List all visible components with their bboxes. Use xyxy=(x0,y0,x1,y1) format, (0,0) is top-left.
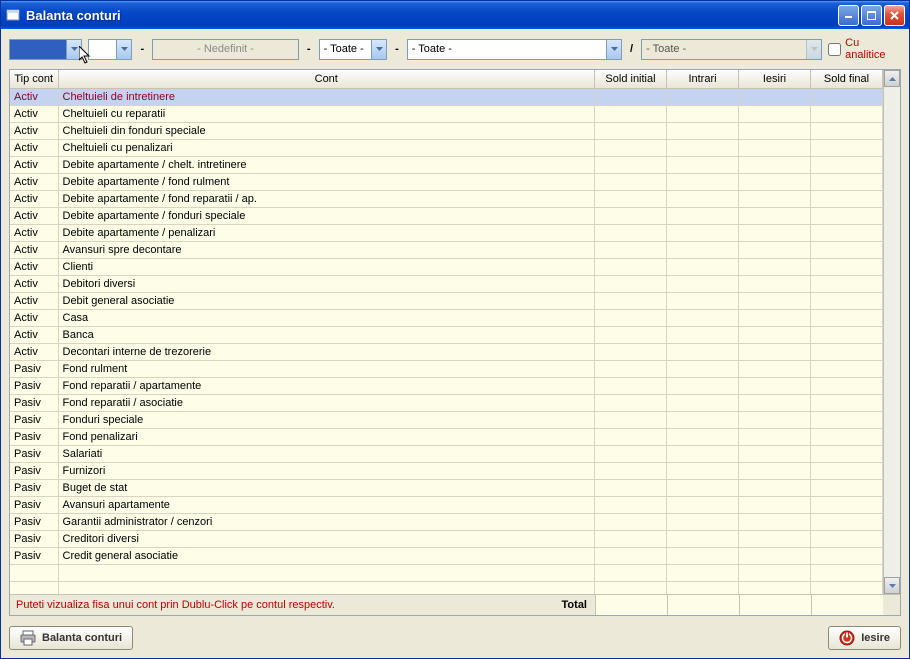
close-button[interactable] xyxy=(884,5,905,26)
col-cont[interactable]: Cont xyxy=(58,70,595,88)
table-row[interactable]: ActivDebitori diversi xyxy=(10,275,883,292)
table-row-empty xyxy=(10,564,883,581)
table-row[interactable]: PasivFond reparatii / asociatie xyxy=(10,394,883,411)
table-row[interactable]: PasivFonduri speciale xyxy=(10,411,883,428)
filter-combo-5: - Toate - xyxy=(641,39,822,60)
col-sold-final[interactable]: Sold final xyxy=(811,70,883,88)
table-row[interactable]: ActivCasa xyxy=(10,309,883,326)
printer-icon xyxy=(20,630,36,646)
scroll-up-button[interactable] xyxy=(884,70,900,87)
table-row[interactable]: ActivDebite apartamente / chelt. intreti… xyxy=(10,156,883,173)
table-row[interactable]: PasivFond rulment xyxy=(10,360,883,377)
print-button-label: Balanta conturi xyxy=(42,632,122,644)
chevron-down-icon xyxy=(66,40,81,59)
chevron-down-icon xyxy=(116,40,131,59)
table-row-empty xyxy=(10,581,883,594)
vertical-scrollbar[interactable] xyxy=(883,70,900,594)
table-row[interactable]: PasivBuget de stat xyxy=(10,479,883,496)
table-row[interactable]: ActivClienti xyxy=(10,258,883,275)
power-icon xyxy=(839,630,855,646)
chevron-down-icon xyxy=(806,40,821,59)
print-button[interactable]: Balanta conturi xyxy=(9,626,133,650)
table-row[interactable]: ActivCheltuieli cu reparatii xyxy=(10,105,883,122)
table-row[interactable]: ActivDebite apartamente / fonduri specia… xyxy=(10,207,883,224)
total-label: Total xyxy=(535,595,595,615)
filter-combo-3[interactable]: - Toate - xyxy=(319,39,388,60)
filter-combo-2[interactable]: - Nedefinit - xyxy=(152,39,299,60)
filter-combo-1[interactable] xyxy=(9,39,82,60)
table-row[interactable]: ActivDebite apartamente / fond rulment xyxy=(10,173,883,190)
table-header-row: Tip cont Cont Sold initial Intrari Iesir… xyxy=(10,70,883,88)
grid-footer: Puteti vizualiza fisa unui cont prin Dub… xyxy=(10,594,900,615)
table-row[interactable]: PasivAvansuri apartamente xyxy=(10,496,883,513)
table-row[interactable]: ActivDebit general asociatie xyxy=(10,292,883,309)
exit-button[interactable]: Iesire xyxy=(828,626,901,650)
bottom-toolbar: Balanta conturi Iesire xyxy=(1,620,909,658)
scroll-track[interactable] xyxy=(884,87,900,577)
total-intrari xyxy=(667,595,739,615)
minimize-button[interactable] xyxy=(838,5,859,26)
table-row[interactable]: ActivDebite apartamente / penalizari xyxy=(10,224,883,241)
table-row[interactable]: PasivSalariati xyxy=(10,445,883,462)
table-row[interactable]: PasivGarantii administrator / cenzori xyxy=(10,513,883,530)
titlebar[interactable]: Balanta conturi xyxy=(1,1,909,29)
maximize-button[interactable] xyxy=(861,5,882,26)
analytics-label[interactable]: Cu analitice xyxy=(845,37,901,61)
table-row[interactable]: ActivDecontari interne de trezorerie xyxy=(10,343,883,360)
total-sold-initial xyxy=(595,595,667,615)
accounts-grid: Tip cont Cont Sold initial Intrari Iesir… xyxy=(9,69,901,616)
col-tip[interactable]: Tip cont xyxy=(10,70,58,88)
filter-combo-4[interactable]: - Toate - xyxy=(407,39,622,60)
table-row[interactable]: PasivCredit general asociatie xyxy=(10,547,883,564)
window-buttons xyxy=(838,5,905,26)
table-row[interactable]: PasivFurnizori xyxy=(10,462,883,479)
slash-separator: / xyxy=(628,43,635,55)
table-row[interactable]: ActivAvansuri spre decontare xyxy=(10,241,883,258)
window-title: Balanta conturi xyxy=(26,8,838,23)
table-row[interactable]: ActivBanca xyxy=(10,326,883,343)
table-row[interactable]: ActivCheltuieli de intretinere xyxy=(10,88,883,105)
table-row[interactable]: ActivCheltuieli din fonduri speciale xyxy=(10,122,883,139)
total-sold-final xyxy=(811,595,883,615)
scroll-down-button[interactable] xyxy=(884,577,900,594)
col-iesiri[interactable]: Iesiri xyxy=(739,70,811,88)
chevron-down-icon xyxy=(606,40,621,59)
col-sold-initial[interactable]: Sold initial xyxy=(595,70,667,88)
table-row[interactable]: ActivCheltuieli cu penalizari xyxy=(10,139,883,156)
app-icon xyxy=(5,7,21,23)
chevron-down-icon xyxy=(371,40,386,59)
filter-toolbar: - - Nedefinit - - - Toate - - - Toate - … xyxy=(1,29,909,69)
filter-combo-1b[interactable] xyxy=(88,39,132,60)
col-intrari[interactable]: Intrari xyxy=(667,70,739,88)
exit-button-label: Iesire xyxy=(861,632,890,644)
table-row[interactable]: PasivFond reparatii / apartamente xyxy=(10,377,883,394)
accounts-table[interactable]: Tip cont Cont Sold initial Intrari Iesir… xyxy=(10,70,883,594)
table-row[interactable]: ActivDebite apartamente / fond reparatii… xyxy=(10,190,883,207)
total-iesiri xyxy=(739,595,811,615)
window: Balanta conturi - - Nedefinit - - - Toat… xyxy=(0,0,910,659)
table-row[interactable]: PasivCreditori diversi xyxy=(10,530,883,547)
analytics-checkbox[interactable] xyxy=(828,43,841,56)
table-row[interactable]: PasivFond penalizari xyxy=(10,428,883,445)
footer-hint: Puteti vizualiza fisa unui cont prin Dub… xyxy=(10,595,535,615)
analytics-checkbox-wrap: Cu analitice xyxy=(828,37,901,61)
